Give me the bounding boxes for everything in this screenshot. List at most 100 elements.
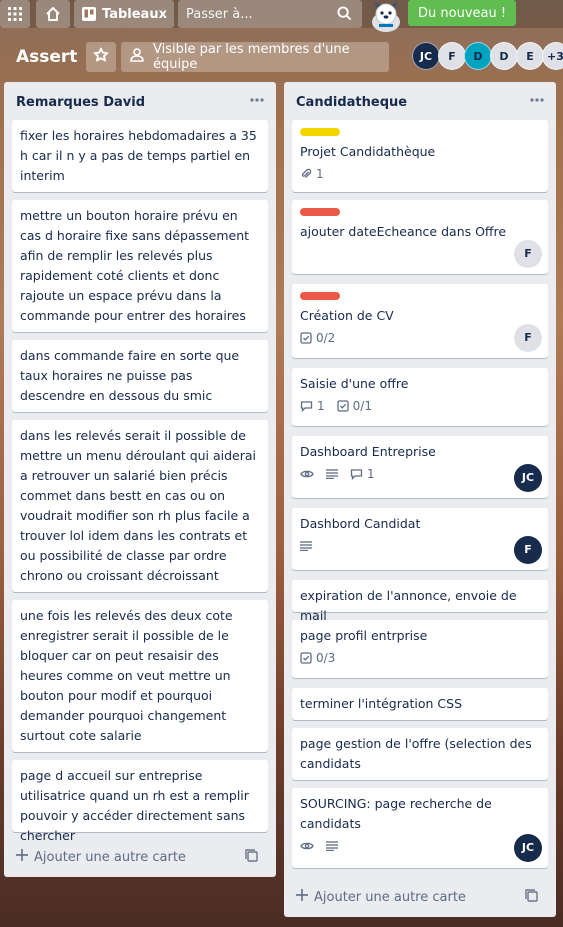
team-visibility-icon (129, 47, 145, 67)
watch-badge (300, 469, 314, 479)
card-badges: 0/2 (300, 328, 540, 348)
attachment-count: 1 (316, 167, 324, 181)
checklist-count: 0/3 (316, 651, 336, 665)
card-label-yellow[interactable] (300, 128, 340, 136)
card-badges: 0/3 (300, 648, 540, 668)
description-icon (326, 841, 338, 851)
card[interactable]: Saisie d'une offre 1 0/1 (292, 368, 548, 426)
card[interactable]: Projet Candidathèque 1 (292, 120, 548, 192)
more-horizontal-icon[interactable] (246, 91, 268, 109)
star-board-button[interactable] (86, 42, 116, 72)
card-label-red[interactable] (300, 208, 340, 216)
member-avatar[interactable]: F (438, 42, 466, 70)
add-card-button[interactable]: Ajouter une autre carte (12, 843, 268, 871)
card[interactable]: dans commande faire en sorte que taux ho… (12, 340, 268, 412)
checklist-icon (300, 652, 312, 664)
member-avatar[interactable]: E (516, 42, 544, 70)
description-icon (300, 541, 312, 551)
comments-count: 1 (317, 399, 325, 413)
search-icon[interactable] (337, 6, 352, 25)
plus-icon (16, 849, 28, 865)
card-member-avatar[interactable]: F (514, 240, 542, 268)
card-badges: 1 0/1 (300, 396, 540, 416)
card-title: dans commande faire en sorte que taux ho… (20, 348, 240, 403)
boards-button[interactable]: Tableaux (74, 0, 174, 28)
comments-count: 1 (367, 467, 375, 481)
comments-badge: 1 (300, 396, 325, 416)
apps-button[interactable] (0, 0, 30, 28)
card[interactable]: une fois les relevés des deux cote enreg… (12, 600, 268, 752)
card-title: ajouter dateEcheance dans Offre (300, 224, 507, 239)
checklist-badge: 0/1 (336, 396, 372, 416)
board-icon (82, 7, 96, 21)
card-template-icon[interactable] (525, 888, 538, 906)
description-badge (326, 469, 338, 479)
boards-label: Tableaux (102, 6, 167, 22)
card-member-avatar[interactable]: F (514, 536, 542, 564)
comments-badge: 1 (350, 464, 375, 484)
card-title: page gestion de l'offre (selection des c… (300, 736, 532, 771)
member-avatar[interactable]: JC (412, 42, 440, 70)
card-badges: 1 (300, 464, 540, 484)
comment-icon (300, 400, 313, 412)
card[interactable]: expiration de l'annonce, envoie de mail (292, 580, 548, 623)
checklist-badge: 0/3 (300, 648, 335, 668)
list-candidatheque: Candidatheque Projet Candidathèque 1 ajo… (284, 82, 556, 917)
eye-icon (300, 469, 314, 479)
card-title: une fois les relevés des deux cote enreg… (20, 608, 233, 743)
card-label-red[interactable] (300, 292, 340, 300)
card[interactable]: ajouter dateEcheance dans Offre F (292, 200, 548, 274)
card[interactable]: Création de CV 0/2 F (292, 284, 548, 358)
card[interactable]: dans les relevés serait il possible de m… (12, 420, 268, 592)
card[interactable]: page gestion de l'offre (selection des c… (292, 728, 548, 780)
whats-new-badge[interactable]: Du nouveau ! (408, 0, 517, 26)
card-title: terminer l'intégration CSS (300, 696, 463, 711)
list-remarques-david: Remarques David fixer les horaires hebdo… (4, 82, 276, 877)
card-title: SOURCING: page recherche de candidats (300, 796, 492, 831)
list-title[interactable]: Remarques David (16, 95, 145, 110)
star-icon (93, 47, 109, 67)
comment-icon (350, 468, 363, 480)
card[interactable]: Dashboard Entreprise 1 JC (292, 436, 548, 498)
checklist-icon (336, 400, 349, 412)
search-input[interactable] (186, 6, 326, 22)
card-title: Projet Candidathèque (300, 144, 436, 159)
taco-mascot-icon[interactable] (366, 0, 406, 32)
card[interactable]: page profil entrprise 0/3 (292, 620, 548, 678)
member-avatar[interactable]: D (464, 42, 492, 70)
member-avatar[interactable]: D (490, 42, 518, 70)
card-title: Dashbord Candidat (300, 516, 421, 531)
card-title: Création de CV (300, 308, 394, 323)
card[interactable]: mettre un bouton horaire prévu en cas d … (12, 200, 268, 332)
card[interactable]: fixer les horaires hebdomadaires a 35 h … (12, 120, 268, 192)
checklist-count: 0/1 (352, 399, 372, 413)
board-members: JC F D D E +3 (412, 42, 563, 72)
card-template-icon[interactable] (245, 848, 258, 866)
card-member-avatar[interactable]: F (514, 324, 542, 352)
more-members-avatar[interactable]: +3 (542, 42, 563, 70)
checklist-icon (300, 332, 312, 344)
home-button[interactable] (36, 0, 70, 28)
plus-icon (296, 889, 308, 905)
list-title[interactable]: Candidatheque (296, 95, 407, 110)
eye-icon (300, 841, 314, 851)
card-badges (300, 536, 540, 556)
card-member-avatar[interactable]: JC (514, 834, 542, 862)
checklist-count: 0/2 (316, 331, 336, 345)
visibility-button[interactable]: Visible par les membres d'une équipe (121, 42, 389, 72)
board-header: Assert Visible par les membres d'une équ… (0, 40, 563, 74)
apps-grid-icon (8, 7, 22, 21)
checklist-badge: 0/2 (300, 328, 335, 348)
search-box[interactable] (178, 0, 362, 28)
description-icon (326, 469, 338, 479)
card[interactable]: terminer l'intégration CSS (292, 688, 548, 720)
card[interactable]: Dashbord Candidat F (292, 508, 548, 570)
card-member-avatar[interactable]: JC (514, 464, 542, 492)
add-card-button[interactable]: Ajouter une autre carte (292, 883, 548, 911)
card[interactable]: SOURCING: page recherche de candidats JC (292, 788, 548, 868)
watch-badge (300, 841, 314, 851)
more-horizontal-icon[interactable] (526, 91, 548, 109)
card[interactable]: page d accueil sur entreprise utilisatri… (12, 760, 268, 843)
add-card-label: Ajouter une autre carte (34, 849, 186, 865)
board-title[interactable]: Assert (16, 40, 77, 74)
